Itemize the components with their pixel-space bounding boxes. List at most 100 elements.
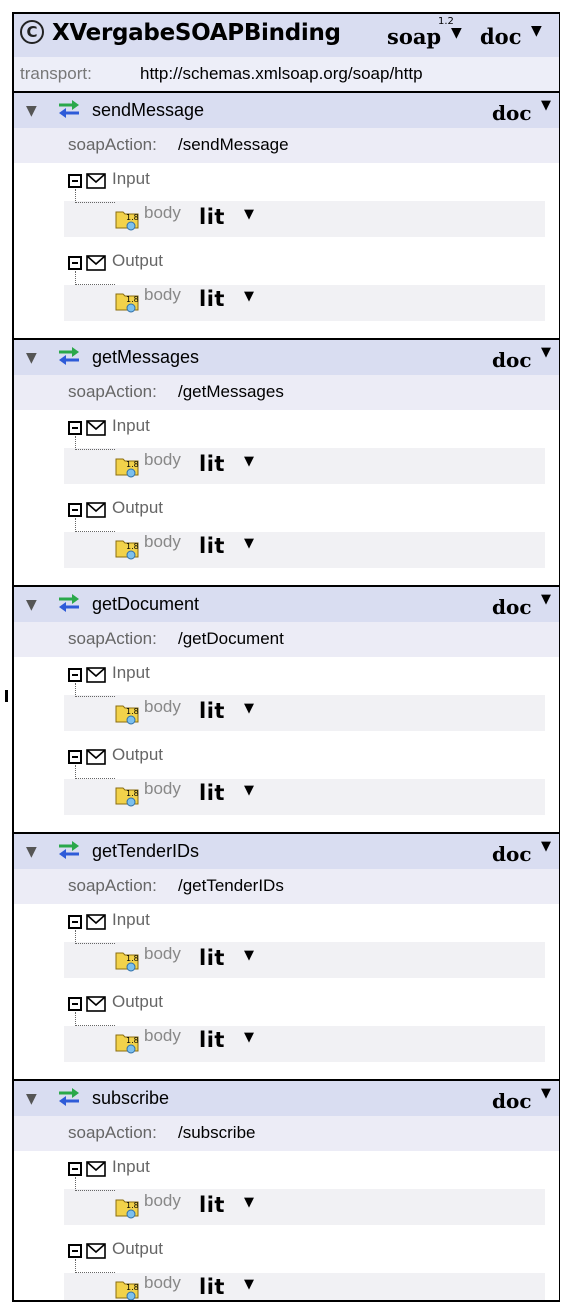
dropdown-arrow-icon[interactable]: ▼ [541,345,551,360]
triangle-down-icon[interactable]: ▼ [26,597,37,613]
operation: ▼ getDocument doc ▼ soapAction: /getDocu… [14,587,559,834]
soap-label: soap [387,24,442,49]
exchange-arrows-icon [59,841,79,859]
envelope-icon [86,173,106,189]
soap-action-value[interactable]: /getDocument [178,629,284,649]
output-node: Output 1.8 body lit ▼ [64,1235,545,1300]
dropdown-arrow-icon[interactable]: ▼ [244,1030,254,1045]
output-label: Output [112,745,164,764]
body-label: body [144,450,181,469]
triangle-down-icon[interactable]: ▼ [26,103,37,119]
envelope-icon [86,749,106,765]
body-part-icon: 1.8 [115,705,139,725]
body-label: body [144,203,181,222]
minus-box-icon[interactable] [68,915,82,929]
output-body: 1.8 body lit ▼ [64,775,545,811]
envelope-icon [86,420,106,436]
minus-box-icon[interactable] [68,256,82,270]
transport-row: transport: http://schemas.xmlsoap.org/so… [14,57,559,93]
operation-name[interactable]: sendMessage [92,100,204,121]
body-label: body [144,1026,181,1045]
soap-action-value[interactable]: /getMessages [178,382,284,402]
output-node: Output 1.8 body lit ▼ [64,247,545,313]
operation-style: doc [492,1089,532,1113]
minus-box-icon[interactable] [68,503,82,517]
use-literal: lit [199,534,225,558]
minus-box-icon[interactable] [68,997,82,1011]
soap-action-value[interactable]: /getTenderIDs [178,876,284,896]
dropdown-arrow-icon[interactable]: ▼ [244,1277,254,1292]
message-tree: Input 1.8 body lit ▼ Output 1.8 body lit… [64,659,545,829]
transport-value[interactable]: http://schemas.xmlsoap.org/soap/http [140,64,423,84]
body-part-icon: 1.8 [115,1034,139,1054]
output-label: Output [112,992,164,1011]
soap-action-value[interactable]: /sendMessage [178,135,289,155]
operations-list: ▼ sendMessage doc ▼ soapAction: /sendMes… [14,93,559,1300]
svg-text:1.8: 1.8 [126,707,139,716]
operation-name[interactable]: getDocument [92,594,199,615]
output-body: 1.8 body lit ▼ [64,281,545,317]
input-body: 1.8 body lit ▼ [64,693,545,729]
dropdown-arrow-icon[interactable]: ▼ [244,536,254,551]
soap-action-value[interactable]: /subscribe [178,1123,255,1143]
soap-binding-panel: C XVergabeSOAPBinding soap 1.2 ▼ doc ▼ t… [12,12,560,1302]
exchange-arrows-icon [59,347,79,365]
operation-name[interactable]: getTenderIDs [92,841,199,862]
use-literal: lit [199,205,225,229]
operation-name[interactable]: subscribe [92,1088,169,1109]
dropdown-arrow-icon[interactable]: ▼ [541,592,551,607]
input-label: Input [112,169,150,188]
svg-text:1.8: 1.8 [126,1036,139,1045]
operation-style: doc [492,101,532,125]
output-node: Output 1.8 body lit ▼ [64,988,545,1054]
use-literal: lit [199,946,225,970]
minus-box-icon[interactable] [68,668,82,682]
triangle-down-icon[interactable]: ▼ [26,1091,37,1107]
dropdown-arrow-icon[interactable]: ▼ [244,783,254,798]
dropdown-arrow-icon[interactable]: ▼ [541,1086,551,1101]
dropdown-arrow-icon[interactable]: ▼ [541,839,551,854]
minus-box-icon[interactable] [68,421,82,435]
body-label: body [144,1191,181,1210]
operation: ▼ getMessages doc ▼ soapAction: /getMess… [14,340,559,587]
svg-text:1.8: 1.8 [126,213,139,222]
minus-box-icon[interactable] [68,750,82,764]
dropdown-arrow-icon[interactable]: ▼ [244,948,254,963]
input-node: Input 1.8 body lit ▼ [64,165,545,231]
exchange-arrows-icon [59,594,79,612]
use-literal: lit [199,1275,225,1299]
triangle-down-icon[interactable]: ▼ [26,844,37,860]
soap-dropdown-icon[interactable]: ▼ [451,25,462,41]
body-label: body [144,697,181,716]
exchange-arrows-icon [59,100,79,118]
binding-header: C XVergabeSOAPBinding soap 1.2 ▼ doc ▼ [14,14,559,57]
operation-name[interactable]: getMessages [92,347,199,368]
triangle-down-icon[interactable]: ▼ [26,350,37,366]
dropdown-arrow-icon[interactable]: ▼ [244,1195,254,1210]
output-body: 1.8 body lit ▼ [64,528,545,564]
binding-title[interactable]: XVergabeSOAPBinding [52,20,341,46]
output-label: Output [112,251,164,270]
style-dropdown-icon[interactable]: ▼ [531,23,542,39]
dropdown-arrow-icon[interactable]: ▼ [244,207,254,222]
minus-box-icon[interactable] [68,1244,82,1258]
exchange-arrows-icon [59,1088,79,1106]
envelope-icon [86,255,106,271]
use-literal: lit [199,287,225,311]
input-node: Input 1.8 body lit ▼ [64,659,545,725]
dropdown-arrow-icon[interactable]: ▼ [244,701,254,716]
minus-box-icon[interactable] [68,174,82,188]
minus-box-icon[interactable] [68,1162,82,1176]
dropdown-arrow-icon[interactable]: ▼ [244,289,254,304]
dropdown-arrow-icon[interactable]: ▼ [541,98,551,113]
envelope-icon [86,1161,106,1177]
binding-style: doc [480,24,522,49]
body-part-icon: 1.8 [115,293,139,313]
soap-action-label: soapAction: [68,629,157,648]
svg-text:1.8: 1.8 [126,542,139,551]
dropdown-arrow-icon[interactable]: ▼ [244,454,254,469]
transport-label: transport: [20,64,92,83]
body-label: body [144,944,181,963]
envelope-icon [86,996,106,1012]
operation: ▼ sendMessage doc ▼ soapAction: /sendMes… [14,93,559,340]
